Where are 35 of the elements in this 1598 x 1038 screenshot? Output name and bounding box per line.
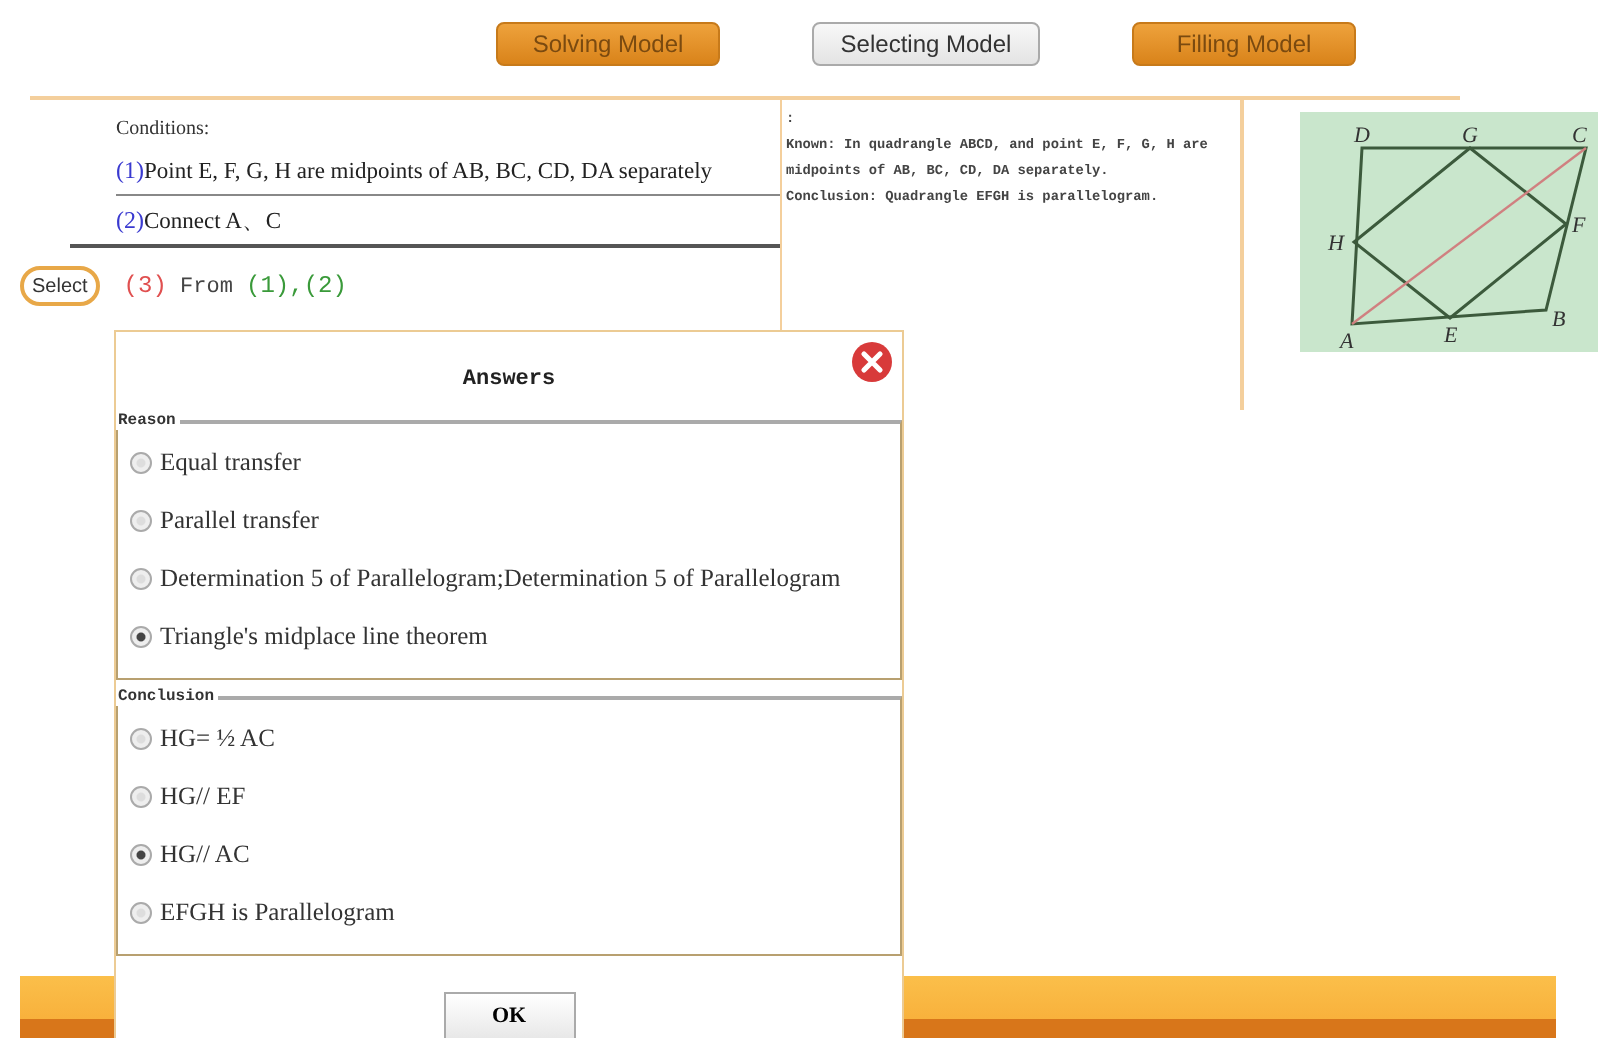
vertex-label: F	[1572, 214, 1586, 238]
option-label[interactable]: Parallel transfer	[160, 506, 319, 536]
condition-text: (1)Point E, F, G, H are midpoints of AB, BC, CD, DA separately	[116, 155, 713, 185]
dialog-title: Answers	[462, 368, 556, 392]
select-button[interactable]: Select	[20, 266, 100, 306]
option-label[interactable]: Triangle's midplace line theorem	[160, 622, 488, 652]
vertex-label: D	[1354, 124, 1370, 148]
radio-button[interactable]	[130, 452, 152, 474]
condition-text: (2)Connect A、C	[116, 205, 282, 235]
close-icon[interactable]	[850, 340, 894, 384]
option-label[interactable]: EFGH is Parallelogram	[160, 898, 395, 928]
vertex-label: A	[1340, 330, 1354, 352]
option-label[interactable]: Equal transfer	[160, 448, 301, 478]
ok-button[interactable]: OK	[443, 992, 575, 1038]
group-legend: Conclusion	[114, 688, 219, 706]
option-label[interactable]: HG= ½ AC	[160, 724, 275, 754]
radio-button[interactable]	[130, 844, 152, 866]
step-text: (3) From (1),(2)	[123, 272, 347, 300]
vertex-label: H	[1328, 232, 1344, 256]
conditions-title: Conditions:	[114, 116, 212, 144]
vertex-label: G	[1462, 124, 1478, 148]
radio-button[interactable]	[130, 786, 152, 808]
vertex-label: E	[1444, 324, 1458, 348]
option-label[interactable]: HG// EF	[160, 782, 246, 812]
option-label[interactable]: Determination 5 of Parallelogram;Determination 5 of Parallelogram	[160, 564, 841, 594]
radio-button[interactable]	[130, 626, 152, 648]
vertex-label: C	[1572, 124, 1587, 148]
mode-tab[interactable]: Selecting Model	[812, 22, 1040, 66]
radio-button[interactable]	[130, 728, 152, 750]
group-legend: Reason	[114, 412, 180, 430]
radio-button[interactable]	[130, 510, 152, 532]
radio-button[interactable]	[130, 902, 152, 924]
vertex-label: B	[1552, 308, 1566, 332]
radio-button[interactable]	[130, 568, 152, 590]
option-label[interactable]: HG// AC	[160, 840, 250, 870]
